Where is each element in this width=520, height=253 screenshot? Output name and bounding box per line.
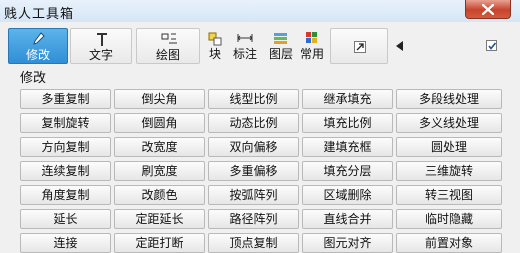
tab-modify-label: 修改 xyxy=(25,48,50,62)
layer-icon xyxy=(274,33,287,44)
toolbox-window: 贱人工具箱 修改 文字 绘图 块 标注 图层 常用 修改 多重复制 倒尖角 线型… xyxy=(0,0,520,253)
command-button[interactable]: 转三视图 xyxy=(396,185,502,205)
tab-text[interactable]: 文字 xyxy=(70,28,132,64)
command-button[interactable]: 方向复制 xyxy=(20,137,111,157)
command-button[interactable]: 连续复制 xyxy=(20,161,111,181)
command-button[interactable]: 临时隐藏 xyxy=(396,209,502,229)
tab-layer-label: 图层 xyxy=(268,47,293,61)
collapse-button[interactable] xyxy=(394,28,408,64)
tab-dimension[interactable]: 标注 xyxy=(230,28,260,64)
command-button[interactable]: 按弧阵列 xyxy=(208,185,299,205)
command-button[interactable]: 多段线处理 xyxy=(396,89,502,109)
command-button[interactable]: 延长 xyxy=(20,209,111,229)
toolbar: 修改 文字 绘图 块 标注 图层 常用 xyxy=(0,22,520,68)
close-icon xyxy=(482,4,494,15)
triangle-left-icon xyxy=(396,41,403,51)
command-button[interactable]: 倒圆角 xyxy=(114,113,205,133)
tab-modify[interactable]: 修改 xyxy=(8,28,68,64)
tab-common[interactable]: 常用 xyxy=(298,28,326,64)
command-button[interactable]: 角度复制 xyxy=(20,185,111,205)
section-title: 修改 xyxy=(20,71,47,86)
command-button[interactable]: 建填充框 xyxy=(302,137,393,157)
draw-icon xyxy=(161,33,177,44)
tab-draw[interactable]: 绘图 xyxy=(136,28,200,64)
command-button[interactable]: 倒尖角 xyxy=(114,89,205,109)
command-button[interactable]: 多重偏移 xyxy=(208,161,299,181)
command-button[interactable]: 继承填充 xyxy=(302,89,393,109)
command-button[interactable]: 改宽度 xyxy=(114,137,205,157)
command-grid: 多重复制 倒尖角 线型比例 继承填充 多段线处理复制旋转 倒圆角 动态比例 填充比例 多义线处理… xyxy=(20,89,502,253)
tab-layer[interactable]: 图层 xyxy=(266,28,296,64)
command-button[interactable]: 动态比例 xyxy=(208,113,299,133)
expand-button[interactable] xyxy=(330,28,388,64)
dimension-icon xyxy=(237,34,253,42)
tab-text-label: 文字 xyxy=(88,48,113,62)
command-button[interactable]: 多重复制 xyxy=(20,89,111,109)
command-button[interactable]: 圆处理 xyxy=(396,137,502,157)
command-button[interactable]: 区域删除 xyxy=(302,185,393,205)
tab-block-label: 块 xyxy=(208,47,221,61)
command-button[interactable]: 顶点复制 xyxy=(208,233,299,253)
command-button[interactable]: 刷宽度 xyxy=(114,161,205,181)
checkmark-icon xyxy=(488,42,497,50)
command-button[interactable]: 路径阵列 xyxy=(208,209,299,229)
grid-icon xyxy=(306,32,317,43)
command-button[interactable]: 三维旋转 xyxy=(396,161,502,181)
tab-common-label: 常用 xyxy=(299,47,324,61)
command-button[interactable]: 线型比例 xyxy=(208,89,299,109)
command-button[interactable]: 前置对象 xyxy=(396,233,502,253)
title-bar: 贱人工具箱 xyxy=(0,0,520,23)
arrow-diagonal-icon xyxy=(354,41,366,53)
command-button[interactable]: 填充比例 xyxy=(302,113,393,133)
block-icon xyxy=(208,32,222,46)
command-button[interactable]: 双向偏移 xyxy=(208,137,299,157)
command-button[interactable]: 直线合并 xyxy=(302,209,393,229)
tab-block[interactable]: 块 xyxy=(202,28,228,64)
command-button[interactable]: 填充分层 xyxy=(302,161,393,181)
command-button[interactable]: 定距延长 xyxy=(114,209,205,229)
tab-draw-label: 绘图 xyxy=(155,48,180,62)
tab-dimension-label: 标注 xyxy=(232,47,257,61)
command-button[interactable]: 改颜色 xyxy=(114,185,205,205)
pen-icon xyxy=(33,32,45,45)
command-button[interactable]: 多义线处理 xyxy=(396,113,502,133)
window-title: 贱人工具箱 xyxy=(4,7,75,22)
command-button[interactable]: 图元对齐 xyxy=(302,233,393,253)
command-button[interactable]: 连接 xyxy=(20,233,111,253)
command-button[interactable]: 定距打断 xyxy=(114,233,205,253)
pin-checkbox[interactable] xyxy=(486,40,497,51)
command-button[interactable]: 复制旋转 xyxy=(20,113,111,133)
text-t-icon xyxy=(97,33,107,46)
close-button[interactable] xyxy=(465,0,511,19)
